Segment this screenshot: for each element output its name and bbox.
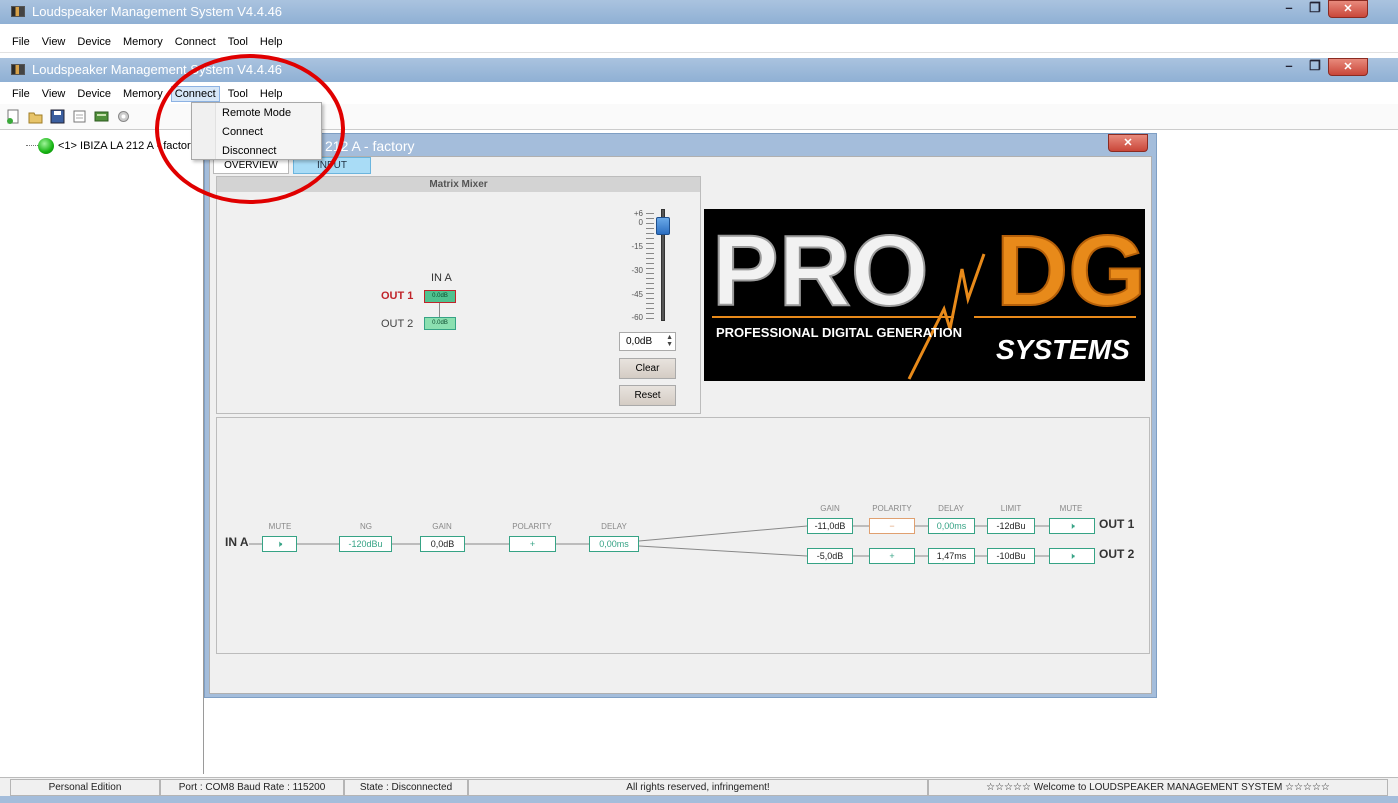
scale-label: -15 <box>631 242 643 251</box>
settings-gear-icon[interactable] <box>116 109 131 124</box>
menu-memory[interactable]: Memory <box>123 88 163 100</box>
logo-dg-text: DG <box>996 215 1145 327</box>
chain-label-ng: NG <box>360 522 372 531</box>
fader-scale-ticks <box>646 213 654 321</box>
close-button[interactable]: ✕ <box>1328 58 1368 76</box>
gain-spinbox[interactable]: 0,0dB ▲ ▼ <box>619 332 676 351</box>
chain-label-out-gain: GAIN <box>820 504 840 513</box>
out2-polarity-button[interactable]: + <box>869 548 915 564</box>
scale-label: 0 <box>638 218 643 227</box>
matrix-mixer-panel: Matrix Mixer IN A OUT 1 0.0dB OUT 2 0.0d… <box>216 176 701 414</box>
input-polarity-button[interactable]: + <box>509 536 556 552</box>
out1-name: OUT 1 <box>1099 517 1135 531</box>
scale-label: -45 <box>631 290 643 299</box>
outer-menu-bar: File View Device Memory Connect Tool Hel… <box>0 31 1398 53</box>
menu-connect[interactable]: Connect <box>175 36 216 48</box>
menu-device[interactable]: Device <box>77 36 111 48</box>
gain-spinbox-value: 0,0dB <box>626 336 653 347</box>
pro-dg-logo: PRO DG PROFESSIONAL DIGITAL GENERATION S… <box>704 209 1145 381</box>
mixer-input-label: IN A <box>431 272 452 284</box>
out1-mute-button[interactable]: 🕨 <box>1049 518 1095 534</box>
status-bar: Personal Edition Port : COM8 Baud Rate :… <box>0 777 1398 796</box>
mixer-out2-label: OUT 2 <box>381 318 414 330</box>
out2-delay-value[interactable]: 1,47ms <box>928 548 975 564</box>
input-ng-value[interactable]: -120dBu <box>339 536 392 552</box>
spin-arrows-icon[interactable]: ▲ ▼ <box>666 334 673 348</box>
status-edition: Personal Edition <box>10 779 160 796</box>
out1-limit-value[interactable]: -12dBu <box>987 518 1035 534</box>
status-state: State : Disconnected <box>344 779 468 796</box>
device-tree: <1> IBIZA LA 212 A - factory <box>0 131 204 774</box>
menu-view[interactable]: View <box>42 36 66 48</box>
chain-label-gain: GAIN <box>432 522 452 531</box>
logo-pro-text: PRO <box>712 215 929 327</box>
input-mute-button[interactable]: 🕨 <box>262 536 297 552</box>
save-icon[interactable] <box>50 109 65 124</box>
out2-name: OUT 2 <box>1099 547 1135 561</box>
restore-button[interactable]: ❐ <box>1302 58 1328 76</box>
out2-limit-value[interactable]: -10dBu <box>987 548 1035 564</box>
mixer-out1-label: OUT 1 <box>381 290 414 302</box>
mixer-link <box>439 303 440 317</box>
chain-label-out-delay: DELAY <box>938 504 964 513</box>
app-icon <box>11 6 25 17</box>
outer-window-title: Loudspeaker Management System V4.4.46 <box>32 4 283 19</box>
status-port: Port : COM8 Baud Rate : 115200 <box>160 779 344 796</box>
restore-button[interactable]: ❐ <box>1302 0 1328 18</box>
tree-connector <box>26 145 38 146</box>
window-bottom-border <box>0 796 1398 803</box>
status-welcome: ☆☆☆☆☆ Welcome to LOUDSPEAKER MANAGEMENT … <box>928 779 1388 796</box>
input-delay-value[interactable]: 0,00ms <box>589 536 639 552</box>
menu-file[interactable]: File <box>12 36 30 48</box>
speaker-icon: 🕨 <box>1069 551 1075 561</box>
menu-view[interactable]: View <box>42 88 66 100</box>
menu-help[interactable]: Help <box>260 36 283 48</box>
menu-tool[interactable]: Tool <box>228 36 248 48</box>
chain-label-mute: MUTE <box>268 522 292 531</box>
out1-polarity-button[interactable]: − <box>869 518 915 534</box>
scale-label: -30 <box>631 266 643 275</box>
out2-gain-value[interactable]: -5,0dB <box>807 548 853 564</box>
chain-label-delay: DELAY <box>601 522 627 531</box>
close-button[interactable]: ✕ <box>1328 0 1368 18</box>
outer-title-bar: Loudspeaker Management System V4.4.46 – … <box>0 0 1398 24</box>
device-icon[interactable] <box>94 109 109 124</box>
logo-systems-text: SYSTEMS <box>996 334 1130 365</box>
device-window-close-button[interactable]: ✕ <box>1108 134 1148 152</box>
minimize-button[interactable]: – <box>1276 58 1302 76</box>
out1-delay-value[interactable]: 0,00ms <box>928 518 975 534</box>
gain-fader-handle[interactable] <box>656 217 670 235</box>
device-window-content: OVERVIEW INPUT Matrix Mixer IN A OUT 1 0… <box>209 156 1152 694</box>
out1-gain-value[interactable]: -11,0dB <box>807 518 853 534</box>
out2-mute-button[interactable]: 🕨 <box>1049 548 1095 564</box>
mixer-cell-out1[interactable]: 0.0dB <box>424 290 456 303</box>
signal-chain-panel: IN A MUTE NG GAIN POLARITY DELAY 🕨 -120d… <box>216 417 1150 654</box>
app-icon <box>11 64 25 75</box>
minimize-button[interactable]: – <box>1276 0 1302 18</box>
speaker-icon: 🕨 <box>276 539 283 549</box>
reset-button[interactable]: Reset <box>619 385 676 406</box>
new-file-icon[interactable] <box>6 109 21 124</box>
chain-label-polarity: POLARITY <box>512 522 552 531</box>
menu-device[interactable]: Device <box>77 88 111 100</box>
chain-label-out-polarity: POLARITY <box>872 504 912 513</box>
document-icon[interactable] <box>72 109 87 124</box>
clear-button[interactable]: Clear <box>619 358 676 379</box>
chain-input-name: IN A <box>225 535 249 549</box>
device-window: 212 A - factory ✕ OVERVIEW INPUT Matrix … <box>204 133 1157 698</box>
status-rights: All rights reserved, infringement! <box>468 779 928 796</box>
scale-label: -60 <box>631 313 643 322</box>
mixer-cell-out2[interactable]: 0.0dB <box>424 317 456 330</box>
logo-tagline: PROFESSIONAL DIGITAL GENERATION <box>716 325 962 340</box>
menu-memory[interactable]: Memory <box>123 36 163 48</box>
open-folder-icon[interactable] <box>28 109 43 124</box>
speaker-icon: 🕨 <box>1069 521 1075 531</box>
chain-label-out-mute: MUTE <box>1059 504 1083 513</box>
chain-label-out-limit: LIMIT <box>1000 504 1022 513</box>
input-gain-value[interactable]: 0,0dB <box>420 536 465 552</box>
menu-file[interactable]: File <box>12 88 30 100</box>
highlight-circle-annotation <box>155 54 345 204</box>
status-led-icon <box>38 138 54 154</box>
scale-label: +6 <box>633 209 643 218</box>
